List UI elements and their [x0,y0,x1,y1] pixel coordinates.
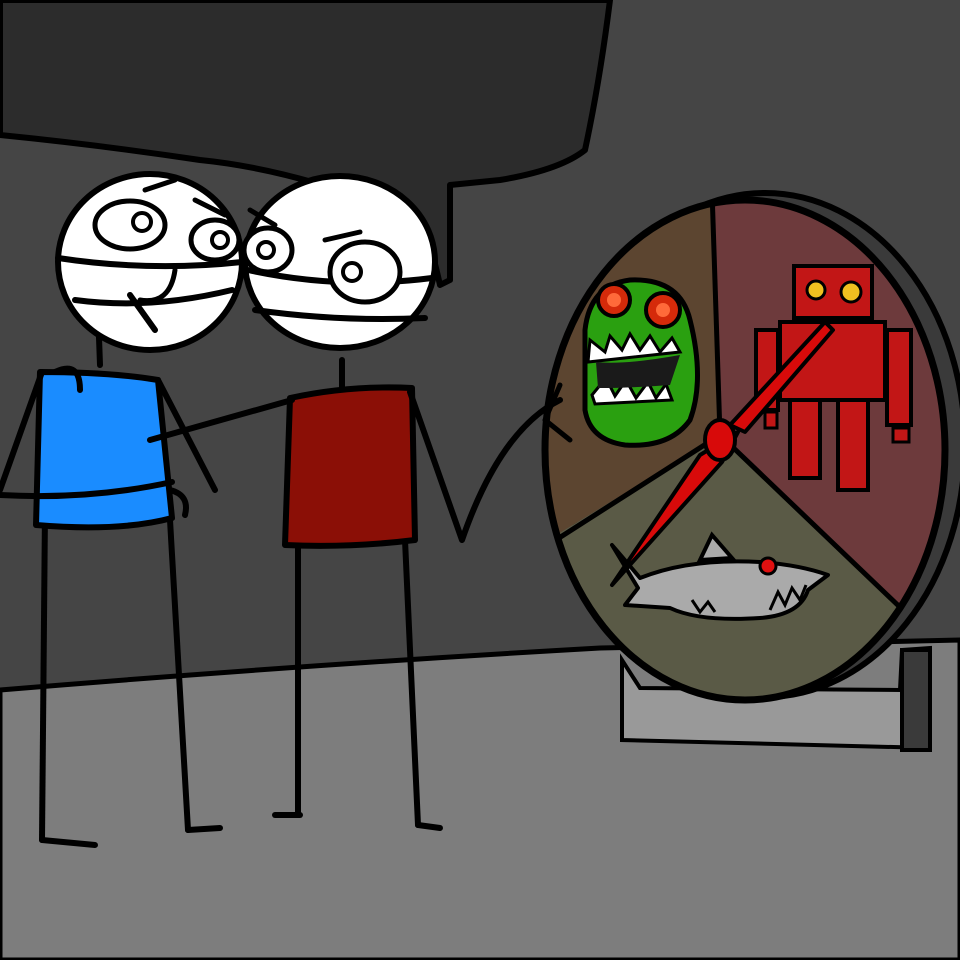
red-shirt [282,384,418,549]
comic-scene [0,0,960,960]
comic-panel [0,0,960,960]
blue-shirt [33,369,175,531]
monster-icon [582,277,700,448]
